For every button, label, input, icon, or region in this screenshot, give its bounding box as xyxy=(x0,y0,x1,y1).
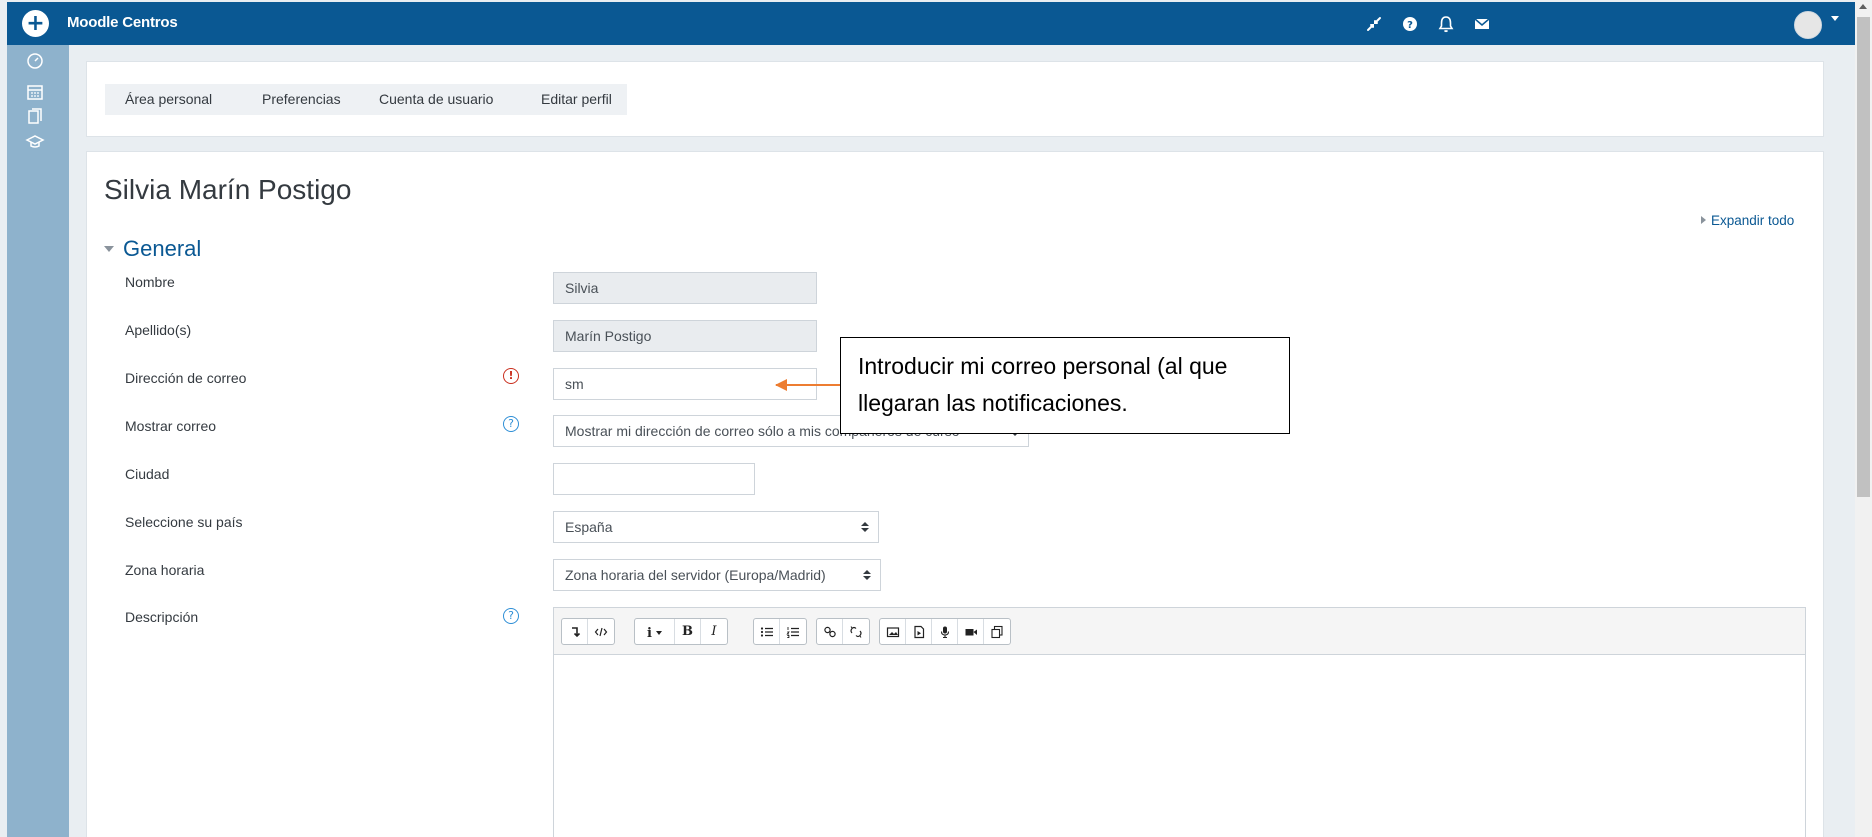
image-icon[interactable] xyxy=(880,619,906,644)
unlink-icon[interactable] xyxy=(843,619,869,644)
mostrar-correo-label: Mostrar correo xyxy=(125,418,217,434)
toolbar-group: i B I xyxy=(634,618,728,645)
nombre-label: Nombre xyxy=(125,274,175,290)
bell-icon[interactable] xyxy=(1436,14,1456,34)
breadcrumb-item-cuenta-de-usuario[interactable]: Cuenta de usuario xyxy=(357,84,529,115)
media-icon[interactable] xyxy=(906,619,932,644)
editor-toolbar: i B I xyxy=(554,608,1805,655)
page-title: Silvia Marín Postigo xyxy=(104,174,352,205)
scroll-thumb[interactable] xyxy=(1857,17,1870,497)
pais-label: Seleccione su país xyxy=(125,514,243,530)
avatar[interactable] xyxy=(1794,11,1822,39)
breadcrumb-label[interactable]: Preferencias xyxy=(262,91,341,107)
microphone-icon[interactable] xyxy=(932,619,958,644)
correo-label: Dirección de correo xyxy=(125,370,247,386)
help-icon[interactable]: ? xyxy=(1400,14,1420,34)
bold-icon[interactable]: B xyxy=(675,619,701,644)
nombre-field[interactable]: Silvia xyxy=(553,272,817,304)
expand-all-label[interactable]: Expandir todo xyxy=(1711,213,1794,228)
ciudad-field[interactable] xyxy=(553,463,755,495)
envelope-icon[interactable] xyxy=(1472,14,1492,34)
section-title[interactable]: General xyxy=(123,236,201,261)
description-editor: i B I xyxy=(553,607,1806,837)
calendar-icon[interactable] xyxy=(25,82,45,102)
breadcrumb: Área personal Preferencias Cuenta de usu… xyxy=(105,84,627,115)
numbered-list-icon[interactable] xyxy=(780,619,806,644)
site-name[interactable]: Moodle Centros xyxy=(67,14,178,31)
caret-down-icon[interactable] xyxy=(104,246,114,252)
bullet-list-icon[interactable] xyxy=(754,619,780,644)
expand-all-link[interactable]: Expandir todo xyxy=(1701,213,1794,228)
toolbar-group xyxy=(753,618,807,645)
breadcrumb-item-area-personal[interactable]: Área personal xyxy=(105,84,250,115)
zona-horaria-label: Zona horaria xyxy=(125,562,205,578)
apellidos-label: Apellido(s) xyxy=(125,322,192,338)
help-icon[interactable]: ? xyxy=(503,416,519,432)
description-editor-area[interactable] xyxy=(554,655,1805,837)
page-scrollbar[interactable] xyxy=(1855,0,1872,837)
italic-icon[interactable]: I xyxy=(701,619,727,644)
html-icon[interactable] xyxy=(588,619,614,644)
breadcrumb-item-editar-perfil: Editar perfil xyxy=(519,84,627,115)
toolbar-group xyxy=(879,618,1011,645)
toolbar-group xyxy=(561,618,615,645)
pais-select[interactable]: España xyxy=(553,511,879,543)
dashboard-icon[interactable] xyxy=(25,51,45,71)
add-icon[interactable]: + xyxy=(22,10,49,37)
link-icon[interactable] xyxy=(817,619,843,644)
pais-value: España xyxy=(565,519,613,535)
scroll-up-icon[interactable] xyxy=(1859,4,1867,9)
select-caret-icon xyxy=(861,522,869,533)
annotation-arrowhead xyxy=(775,379,787,391)
zona-horaria-select[interactable]: Zona horaria del servidor (Europa/Madrid… xyxy=(553,559,881,591)
section-general-header[interactable]: General xyxy=(104,236,201,262)
zona-horaria-value: Zona horaria del servidor (Europa/Madrid… xyxy=(565,567,826,583)
svg-text:i: i xyxy=(647,626,652,639)
user-menu-caret-icon[interactable] xyxy=(1831,16,1839,21)
annotation-callout: Introducir mi correo personal (al que ll… xyxy=(840,337,1290,434)
top-navbar: + Moodle Centros ? xyxy=(7,2,1855,45)
files-icon[interactable] xyxy=(25,107,45,127)
ciudad-label: Ciudad xyxy=(125,466,170,482)
required-icon: ! xyxy=(503,368,519,384)
breadcrumb-item-preferencias[interactable]: Preferencias xyxy=(240,84,367,115)
select-caret-icon xyxy=(863,570,871,581)
info-dropdown-icon[interactable]: i xyxy=(635,619,675,644)
breadcrumb-label: Editar perfil xyxy=(541,91,612,107)
page: + Moodle Centros ? Área personal Prefere… xyxy=(0,0,1872,837)
profile-form-card: Silvia Marín Postigo Expandir todo Gener… xyxy=(86,151,1824,837)
left-drawer xyxy=(7,45,69,837)
svg-text:?: ? xyxy=(1407,20,1413,31)
breadcrumb-card: Área personal Preferencias Cuenta de usu… xyxy=(86,61,1824,137)
video-icon[interactable] xyxy=(958,619,984,644)
copy-icon[interactable] xyxy=(984,619,1010,644)
descripcion-label: Descripción xyxy=(125,609,199,625)
graduation-cap-icon[interactable] xyxy=(25,132,45,152)
collapse-icon[interactable] xyxy=(1364,14,1384,34)
insert-line-icon[interactable] xyxy=(562,619,588,644)
caret-right-icon xyxy=(1701,216,1706,224)
breadcrumb-label[interactable]: Cuenta de usuario xyxy=(379,91,493,107)
apellidos-field[interactable]: Marín Postigo xyxy=(553,320,817,352)
help-icon[interactable]: ? xyxy=(503,608,519,624)
toolbar-group xyxy=(816,618,870,645)
breadcrumb-label[interactable]: Área personal xyxy=(125,91,212,107)
